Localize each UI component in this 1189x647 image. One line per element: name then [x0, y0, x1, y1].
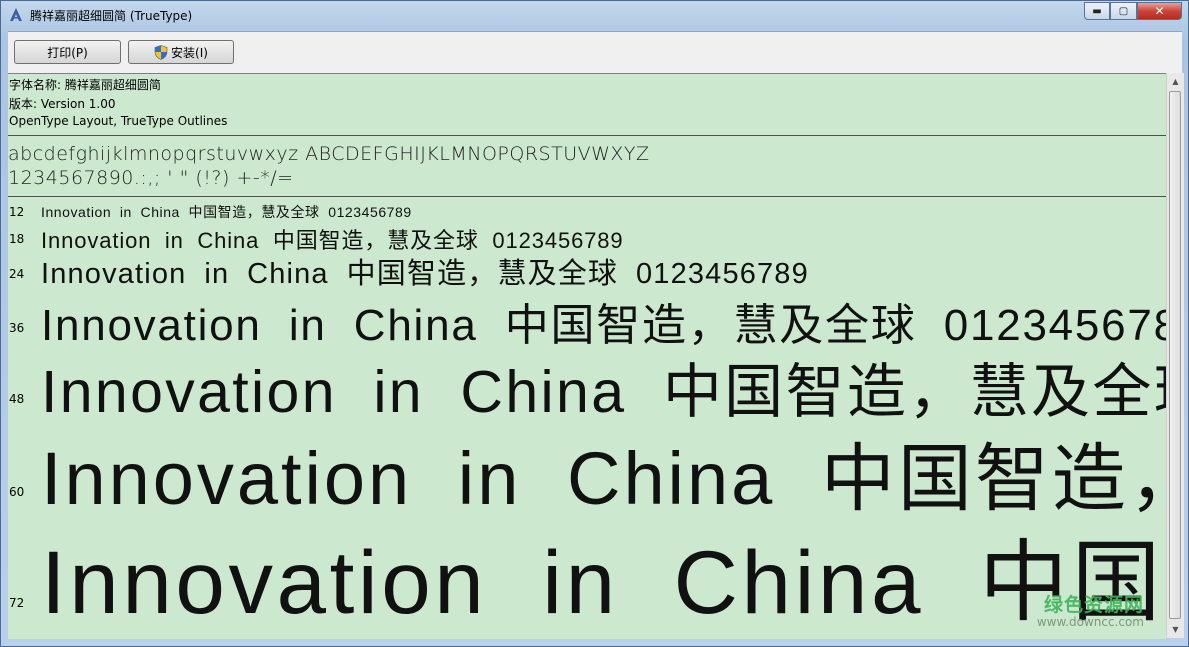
install-button-label: 安装(I) [171, 45, 208, 60]
sample-size-label: 60 [9, 485, 25, 499]
charset-letters: abcdefghijklmnopqrstuvwxyz ABCDEFGHIJKLM… [8, 143, 650, 165]
uac-shield-icon [154, 44, 168, 60]
sample-row-12: 12 Innovation in China 中国智造，慧及全球 0123456… [8, 202, 1166, 220]
minimize-icon: ▬ [1092, 5, 1102, 17]
sample-row-60: 60 Innovation in China 中国智造，慧及全球 0123456… [8, 419, 1166, 520]
caption-buttons: ▬ ▢ ✕ [1084, 2, 1182, 20]
sample-size-label: 12 [9, 205, 25, 219]
sample-row-72: 72 Innovation in China 中国智造，慧及全球 0123456… [8, 510, 1166, 632]
sample-text: Innovation in China 中国智造，慧及全球 0123456789 [41, 204, 412, 220]
window-title: 腾祥嘉丽超细圆简 (TrueType) [30, 9, 193, 23]
separator [8, 135, 1166, 136]
toolbar: 打印(P) 安装(I) [8, 31, 1182, 74]
font-app-icon [10, 8, 22, 21]
maximize-icon: ▢ [1118, 5, 1129, 17]
font-name-line: 字体名称: 腾祥嘉丽超细圆简 [9, 78, 161, 92]
minimize-button[interactable]: ▬ [1084, 2, 1110, 20]
sample-row-48: 48 Innovation in China 中国智造，慧及全球 0123456… [8, 344, 1166, 425]
arrow-down-icon: ▼ [1172, 625, 1179, 634]
scroll-thumb[interactable] [1169, 91, 1181, 619]
sample-size-label: 36 [9, 321, 25, 335]
vertical-scrollbar[interactable]: ▲ ▼ [1166, 73, 1184, 638]
sample-text: Innovation in China 中国智造，慧及全球 0123456789 [41, 258, 809, 290]
scroll-down-button[interactable]: ▼ [1167, 621, 1184, 638]
close-button[interactable]: ✕ [1137, 2, 1182, 20]
install-button[interactable]: 安装(I) [128, 40, 234, 64]
maximize-button[interactable]: ▢ [1110, 2, 1137, 20]
font-type-line: OpenType Layout, TrueType Outlines [9, 114, 228, 128]
sample-row-18: 18 Innovation in China 中国智造，慧及全球 0123456… [8, 223, 1166, 253]
font-viewer-window: 腾祥嘉丽超细圆简 (TrueType) ▬ ▢ ✕ 打印(P) 安装(I) 字体… [0, 0, 1189, 647]
sample-text: Innovation in China 中国智造，慧及全球 0123456789 [41, 359, 1166, 425]
sample-text: Innovation in China 中国智造，慧及全球 0123456789 [41, 532, 1166, 632]
sample-size-label: 24 [9, 267, 25, 281]
font-preview-pane: 字体名称: 腾祥嘉丽超细圆简 版本: Version 1.00 OpenType… [8, 73, 1166, 639]
separator [8, 196, 1166, 197]
sample-size-label: 72 [9, 596, 25, 610]
close-icon: ✕ [1154, 4, 1165, 18]
font-version-line: 版本: Version 1.00 [9, 97, 116, 111]
title-bar[interactable]: 腾祥嘉丽超细圆简 (TrueType) ▬ ▢ ✕ [1, 1, 1188, 31]
sample-size-label: 48 [9, 392, 25, 406]
sample-size-label: 18 [9, 232, 25, 246]
charset-digits: 1234567890.:,; ' " (!?) +-*/= [8, 167, 294, 189]
arrow-up-icon: ▲ [1172, 77, 1179, 86]
sample-row-36: 36 Innovation in China 中国智造，慧及全球 0123456… [8, 289, 1166, 350]
print-button-label: 打印(P) [47, 45, 88, 60]
scroll-up-button[interactable]: ▲ [1167, 73, 1184, 90]
sample-row-24: 24 Innovation in China 中国智造，慧及全球 0123456… [8, 250, 1166, 290]
print-button[interactable]: 打印(P) [14, 40, 121, 64]
